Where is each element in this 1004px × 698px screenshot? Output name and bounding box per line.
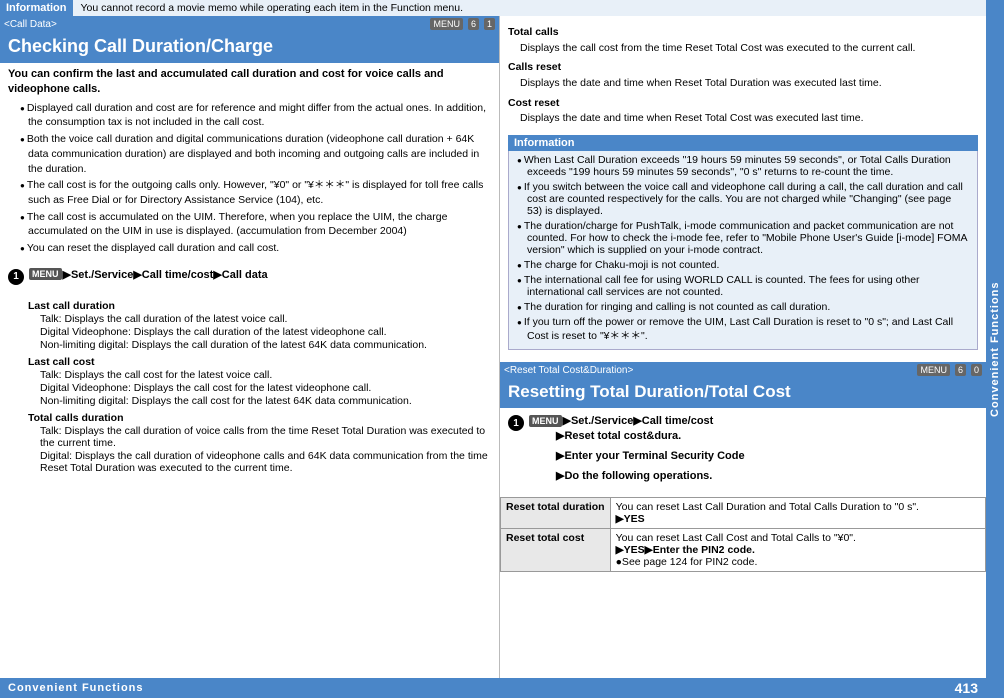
left-bullet-2: The call cost is for the outgoing calls … [20, 178, 491, 207]
right-info-box: Information When Last Call Duration exce… [508, 135, 978, 350]
step-1-content: MENU ▶Set./Service▶Call time/cost▶Call d… [28, 268, 491, 281]
reset-step-line-3: ▶Do the following operations. [556, 467, 712, 487]
right-content-body: Total calls Displays the call cost from … [500, 16, 986, 131]
table-row-1: Reset total cost You can reset Last Call… [501, 528, 986, 571]
sub-detail-0-0: Talk: Displays the call duration of the … [40, 313, 491, 325]
inner-layout: <Call Data> MENU 6 1 Checking Call Durat… [0, 16, 986, 678]
reset-tag: <Reset Total Cost&Duration> [504, 365, 633, 376]
call-data-header: <Call Data> MENU 6 1 [0, 16, 499, 32]
left-content-body: You can confirm the last and accumulated… [0, 63, 499, 262]
info-bullet-2: The duration/charge for PushTalk, i-mode… [517, 220, 969, 256]
reset-step-1-line: MENU ▶Set./Service▶Call time/cost [528, 414, 978, 427]
cost-reset-text: Displays the date and time when Reset To… [520, 111, 978, 126]
table-label-0: Reset total duration [501, 497, 611, 528]
calls-reset-label: Calls reset [508, 60, 978, 75]
left-bullet-4: You can reset the displayed call duratio… [20, 241, 491, 256]
left-bullet-1: Both the voice call duration and digital… [20, 132, 491, 176]
sidebar-label: Convenient Functions [989, 281, 1001, 417]
reset-step-menu-icon: MENU [529, 415, 562, 427]
sub-detail-1-0: Talk: Displays the call cost for the lat… [40, 369, 491, 381]
sub-detail-2-1: Digital: Displays the call duration of v… [40, 450, 491, 474]
reset-badge-6: 6 [955, 364, 966, 376]
table-content-0: You can reset Last Call Duration and Tot… [610, 497, 985, 528]
sub-label-0: Last call duration [28, 300, 491, 312]
reset-menu-badge: MENU [917, 364, 950, 376]
menu-badge-group-left: MENU 6 1 [427, 18, 495, 30]
top-info-row: Information You cannot record a movie me… [0, 0, 986, 16]
sub-detail-1-1: Digital Videophone: Displays the call co… [40, 382, 491, 394]
sub-detail-0-1: Digital Videophone: Displays the call du… [40, 326, 491, 338]
right-sidebar: Convenient Functions [986, 0, 1004, 698]
call-data-tag: <Call Data> [4, 19, 57, 30]
menu-badge-group-right: MENU 6 0 [914, 364, 982, 376]
info-bullet-1: If you switch between the voice call and… [517, 181, 969, 217]
reset-section-header: <Reset Total Cost&Duration> MENU 6 0 [500, 362, 986, 378]
info-bullet-4: The international call fee for using WOR… [517, 274, 969, 298]
sub-label-2: Total calls duration [28, 412, 491, 424]
table-label-1: Reset total cost [501, 528, 611, 571]
menu-badge-6: 6 [468, 18, 479, 30]
step-text: ▶Set./Service▶Call time/cost▶Call data [63, 268, 268, 281]
reset-step-line-2: ▶Enter your Terminal Security Code [556, 447, 745, 467]
sub-detail-1-2: Non-limiting digital: Displays the call … [40, 395, 491, 407]
menu-badge-menu: MENU [430, 18, 463, 30]
left-panel: <Call Data> MENU 6 1 Checking Call Durat… [0, 16, 500, 678]
reset-step-line-1: ▶Reset total cost&dura. [556, 427, 681, 447]
cost-reset-label: Cost reset [508, 96, 978, 111]
info-bullet-0: When Last Call Duration exceeds "19 hour… [517, 154, 969, 178]
sub-label-1: Last call cost [28, 356, 491, 368]
info-text: You cannot record a movie memo while ope… [73, 0, 987, 16]
sub-items: Last call duration Talk: Displays the ca… [28, 295, 491, 475]
reset-step-1-circle: 1 [508, 415, 524, 431]
sub-detail-2-0: Talk: Displays the call duration of voic… [40, 425, 491, 449]
reset-indented-steps: ▶Reset total cost&dura. ▶Enter your Term… [556, 427, 978, 486]
right-panel: Total calls Displays the call cost from … [500, 16, 986, 678]
reset-step-text-0: ▶Set./Service▶Call time/cost [563, 414, 714, 427]
left-title: Checking Call Duration/Charge [0, 32, 499, 63]
reset-step-1-content: MENU ▶Set./Service▶Call time/cost ▶Reset… [528, 414, 978, 486]
reset-table: Reset total duration You can reset Last … [500, 497, 986, 572]
total-calls-text: Displays the call cost from the time Res… [520, 41, 978, 56]
left-bullet-0: Displayed call duration and cost are for… [20, 101, 491, 130]
left-bullet-3: The call cost is accumulated on the UIM.… [20, 210, 491, 239]
step-menu-icon: MENU [29, 268, 62, 280]
intro-bold: You can confirm the last and accumulated… [8, 67, 491, 98]
reset-badge-0: 0 [971, 364, 982, 376]
total-calls-label: Total calls [508, 25, 978, 40]
reset-step-1-row: 1 MENU ▶Set./Service▶Call time/cost ▶Res… [508, 414, 978, 486]
calls-reset-text: Displays the date and time when Reset To… [520, 76, 978, 91]
right-info-header: Information [508, 135, 978, 151]
info-bullet-6: If you turn off the power or remove the … [517, 316, 969, 343]
page-number: 413 [955, 680, 978, 696]
step-1-line: MENU ▶Set./Service▶Call time/cost▶Call d… [28, 268, 491, 281]
step-1-circle: 1 [8, 269, 24, 285]
reset-title: Resetting Total Duration/Total Cost [500, 378, 986, 408]
right-info-body: When Last Call Duration exceeds "19 hour… [508, 151, 978, 350]
info-bullet-3: The charge for Chaku-moji is not counted… [517, 259, 969, 271]
page-num-label: Convenient Functions [8, 682, 144, 694]
menu-badge-1: 1 [484, 18, 495, 30]
table-row-0: Reset total duration You can reset Last … [501, 497, 986, 528]
info-label: Information [0, 0, 73, 16]
sub-detail-0-2: Non-limiting digital: Displays the call … [40, 339, 491, 351]
step-1-row: 1 MENU ▶Set./Service▶Call time/cost▶Call… [8, 268, 491, 285]
table-content-1: You can reset Last Call Cost and Total C… [610, 528, 985, 571]
info-bullet-5: The duration for ringing and calling is … [517, 301, 969, 313]
